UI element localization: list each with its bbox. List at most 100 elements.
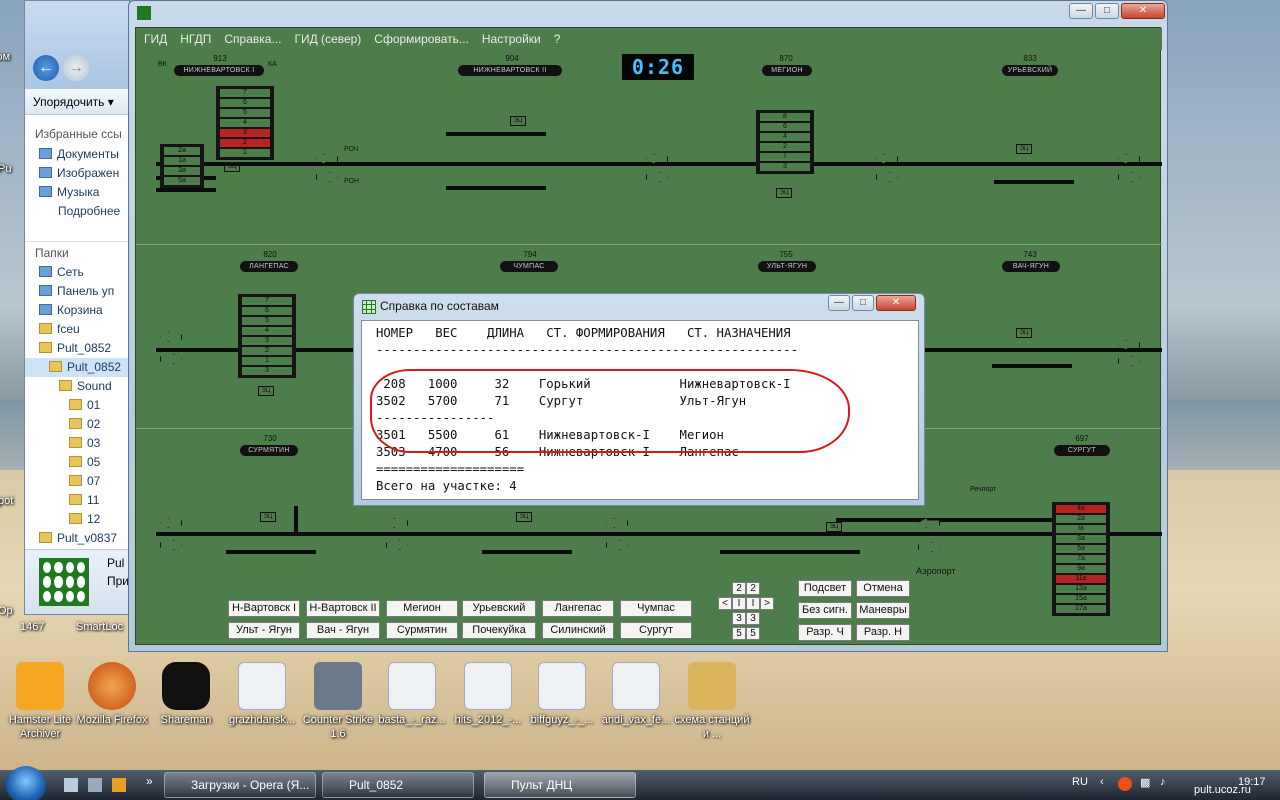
minimize-button[interactable]: — [1069,3,1093,19]
numpad-key[interactable]: 2 [732,582,746,595]
folder-item[interactable]: Sound [25,377,129,396]
favorite-more[interactable]: Подробнее [25,202,129,221]
favorite-images[interactable]: Изображен [25,164,129,183]
menu-form[interactable]: Сформировать... [374,32,469,50]
desktop-icon-firefox[interactable]: Mozilla Firefox [72,662,152,727]
taskbar-pult-folder[interactable]: Pult_0852 [322,772,474,798]
desktop-icon-folder[interactable]: схема станций и ... [672,662,752,741]
mp3-file-icon [612,662,660,710]
folder-item[interactable]: 01 [25,396,129,415]
folder-control-panel[interactable]: Панель уп [25,282,129,301]
close-button[interactable]: ✕ [1121,3,1165,19]
menu-help[interactable]: ? [554,32,561,50]
media-quicklaunch-icon[interactable] [112,778,126,792]
allow-odd-button[interactable]: Разр. Ч [798,624,852,641]
numpad-key-right[interactable]: > [760,597,774,610]
favorite-documents[interactable]: Документы [25,145,129,164]
folder-item[interactable]: Pult_v0837 [25,529,129,548]
station-button-ult-yagun[interactable]: Ульт - Ягун [228,622,300,639]
dialog-minimize-button[interactable]: — [828,295,850,311]
menu-gid[interactable]: ГИД [144,32,167,50]
arrow-right-icon [386,540,408,550]
folder-item[interactable]: fceu [25,320,129,339]
folder-item[interactable]: 02 [25,415,129,434]
language-indicator[interactable]: RU [1072,776,1088,788]
explorer-quicklaunch-icon[interactable] [88,778,102,792]
taskbar-opera[interactable]: Загрузки - Opera (Я... [164,772,316,798]
folder-item-selected[interactable]: Pult_0852 [25,358,129,377]
station-button-nv2[interactable]: Н-Вартовск II [306,600,380,617]
shunting-button[interactable]: Маневры [856,602,910,619]
numpad-key[interactable]: 5 [732,627,746,640]
cancel-button[interactable]: Отмена [856,580,910,597]
station-button-urevsky[interactable]: Урьевский [462,600,536,617]
station-button-surmyatin[interactable]: Сурмятин [386,622,458,639]
arrow-left-icon [160,332,182,342]
folders-header: Папки [25,241,129,263]
station-button-nv1[interactable]: Н-Вартовск I [228,600,300,617]
back-icon[interactable]: ← [33,55,59,81]
numpad-key-left[interactable]: < [718,597,732,610]
forward-icon[interactable]: → [63,55,89,81]
organize-button[interactable]: Упорядочить ▾ [25,89,129,115]
folder-recycle-bin[interactable]: Корзина [25,301,129,320]
folder-item[interactable]: Pult_0852 [25,339,129,358]
station-label-urevsky: УРЬЕВСКИЙ [1002,65,1058,76]
arrow-right-icon [876,172,898,182]
station-number: 820 [263,250,277,259]
chevron-right-icon[interactable]: » [146,774,153,788]
desktop-icon-mp3[interactable]: hits_2012_-... [448,662,528,727]
desktop-icon-hamster[interactable]: Hamster Lite Archiver [0,662,80,741]
station-nv1-tracks: 7654321 [216,86,274,160]
dialog-maximize-button[interactable]: □ [852,295,874,311]
start-button[interactable] [6,766,46,800]
station-button-silinsky[interactable]: Силинский [542,622,614,639]
favorite-music[interactable]: Музыка [25,183,129,202]
folder-icon [39,323,52,334]
menu-reference[interactable]: Справка... [224,32,281,50]
station-button-megion[interactable]: Мегион [386,600,458,617]
network-icon[interactable]: ▩ [1140,776,1150,789]
station-button-surgut[interactable]: Сургут [620,622,692,639]
desktop-icon-counter-strike[interactable]: Counter Strike 1.6 [298,662,378,741]
station-button-vach-yagun[interactable]: Вач - Ягун [306,622,380,639]
highlight-button[interactable]: Подсвет [798,580,852,597]
volume-icon[interactable]: ♪ [1160,776,1166,788]
network-icon [39,266,52,277]
roch-label: РОЧ [344,146,359,153]
station-button-langepas[interactable]: Лангепас [542,600,614,617]
station-button-chumpas[interactable]: Чумпас [620,600,692,617]
numpad-key[interactable]: 3 [732,612,746,625]
folder-item[interactable]: 12 [25,510,129,529]
mp3-file-icon [464,662,512,710]
dialog-close-button[interactable]: ✕ [876,295,916,311]
folder-item[interactable]: 11 [25,491,129,510]
numpad-key[interactable]: 3 [746,612,760,625]
folder-item[interactable]: 03 [25,434,129,453]
maximize-button[interactable]: □ [1095,3,1119,19]
desktop-icon-mp3[interactable]: biffguyz_-_... [522,662,602,727]
menu-bar: ГИД НГДП Справка... ГИД (север) Сформиро… [136,28,1162,50]
taskbar-pult-dnc[interactable]: Пульт ДНЦ [484,772,636,798]
show-desktop-icon[interactable] [64,778,78,792]
station-button-pochekuyka[interactable]: Почекуйка [462,622,536,639]
folder-item[interactable]: 07 [25,472,129,491]
menu-ngdp[interactable]: НГДП [180,32,211,50]
numpad-key[interactable]: I [732,597,746,610]
numpad-key[interactable]: 5 [746,627,760,640]
numpad-key[interactable]: 2 [746,582,760,595]
table-footer-separator: ==================== [376,462,525,476]
menu-gid-north[interactable]: ГИД (север) [294,32,361,50]
numpad-key[interactable]: I [746,597,760,610]
desktop-icon-mp3[interactable]: andi_vax_fe... [596,662,676,727]
folder-network[interactable]: Сеть [25,263,129,282]
no-signal-button[interactable]: Без сигн. [798,602,852,619]
desktop-icon-mp3[interactable]: basta_-_raz... [372,662,452,727]
tray-expand-icon[interactable]: ‹ [1100,776,1104,788]
desktop-icon-shareman[interactable]: Shareman [146,662,226,727]
desktop-icon-mp3[interactable]: grazhdansk... [222,662,302,727]
menu-settings[interactable]: Настройки [482,32,541,50]
alert-icon[interactable] [1118,777,1132,791]
folder-item[interactable]: 05 [25,453,129,472]
allow-even-button[interactable]: Разр. Н [856,624,910,641]
